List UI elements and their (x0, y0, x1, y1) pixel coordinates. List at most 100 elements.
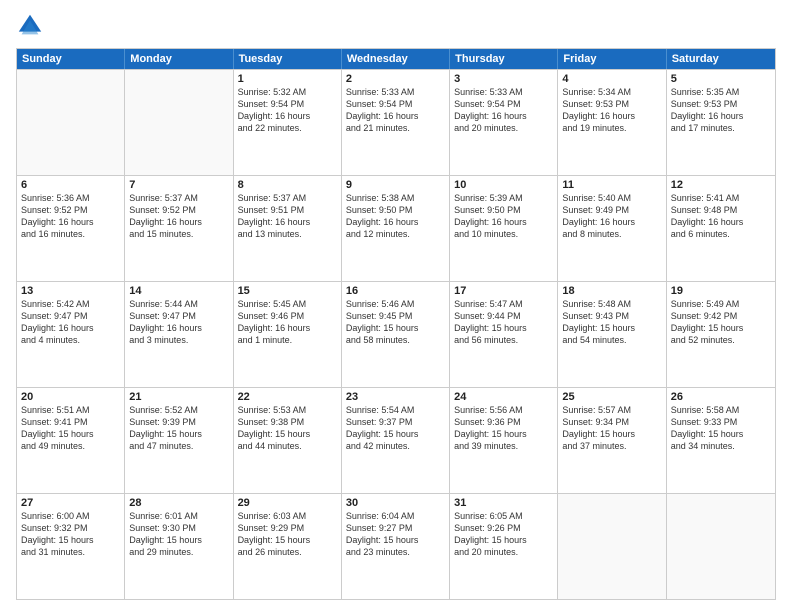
cell-info-line: Sunrise: 5:41 AM (671, 192, 771, 204)
calendar-cell: 31Sunrise: 6:05 AMSunset: 9:26 PMDayligh… (450, 494, 558, 599)
day-number: 4 (562, 73, 661, 85)
cell-info-line: and 1 minute. (238, 334, 337, 346)
cell-info-line: Daylight: 15 hours (562, 322, 661, 334)
cell-info-line: Sunrise: 6:04 AM (346, 510, 445, 522)
day-number: 5 (671, 73, 771, 85)
day-number: 2 (346, 73, 445, 85)
cell-info-line: Daylight: 15 hours (238, 534, 337, 546)
cell-info-line: and 58 minutes. (346, 334, 445, 346)
cell-info-line: and 54 minutes. (562, 334, 661, 346)
cell-info-line: Daylight: 16 hours (21, 216, 120, 228)
calendar-week-5: 27Sunrise: 6:00 AMSunset: 9:32 PMDayligh… (17, 493, 775, 599)
cell-info-line: Sunset: 9:49 PM (562, 204, 661, 216)
cell-info-line: Sunrise: 5:37 AM (129, 192, 228, 204)
cell-info-line: Sunset: 9:48 PM (671, 204, 771, 216)
calendar-cell (558, 494, 666, 599)
cell-info-line: Daylight: 16 hours (129, 216, 228, 228)
header-day-saturday: Saturday (667, 49, 775, 69)
cell-info-line: Sunset: 9:34 PM (562, 416, 661, 428)
cell-info-line: Sunset: 9:54 PM (346, 98, 445, 110)
cell-info-line: Sunrise: 5:52 AM (129, 404, 228, 416)
calendar-cell: 19Sunrise: 5:49 AMSunset: 9:42 PMDayligh… (667, 282, 775, 387)
cell-info-line: Sunset: 9:26 PM (454, 522, 553, 534)
cell-info-line: Sunset: 9:38 PM (238, 416, 337, 428)
calendar-cell: 28Sunrise: 6:01 AMSunset: 9:30 PMDayligh… (125, 494, 233, 599)
calendar-cell: 9Sunrise: 5:38 AMSunset: 9:50 PMDaylight… (342, 176, 450, 281)
calendar-cell: 30Sunrise: 6:04 AMSunset: 9:27 PMDayligh… (342, 494, 450, 599)
calendar-week-1: 1Sunrise: 5:32 AMSunset: 9:54 PMDaylight… (17, 69, 775, 175)
cell-info-line: and 20 minutes. (454, 122, 553, 134)
cell-info-line: Sunrise: 5:47 AM (454, 298, 553, 310)
calendar-week-4: 20Sunrise: 5:51 AMSunset: 9:41 PMDayligh… (17, 387, 775, 493)
header (16, 12, 776, 40)
cell-info-line: Sunrise: 6:00 AM (21, 510, 120, 522)
cell-info-line: Daylight: 16 hours (238, 110, 337, 122)
day-number: 26 (671, 391, 771, 403)
day-number: 27 (21, 497, 120, 509)
cell-info-line: and 37 minutes. (562, 440, 661, 452)
cell-info-line: and 52 minutes. (671, 334, 771, 346)
header-day-sunday: Sunday (17, 49, 125, 69)
cell-info-line: Daylight: 15 hours (21, 534, 120, 546)
day-number: 25 (562, 391, 661, 403)
cell-info-line: Daylight: 16 hours (346, 110, 445, 122)
day-number: 19 (671, 285, 771, 297)
day-number: 24 (454, 391, 553, 403)
calendar-cell: 29Sunrise: 6:03 AMSunset: 9:29 PMDayligh… (234, 494, 342, 599)
day-number: 22 (238, 391, 337, 403)
cell-info-line: Sunrise: 5:51 AM (21, 404, 120, 416)
cell-info-line: Daylight: 15 hours (454, 322, 553, 334)
cell-info-line: Sunset: 9:51 PM (238, 204, 337, 216)
calendar-cell: 27Sunrise: 6:00 AMSunset: 9:32 PMDayligh… (17, 494, 125, 599)
day-number: 31 (454, 497, 553, 509)
cell-info-line: Sunrise: 5:36 AM (21, 192, 120, 204)
cell-info-line: Sunrise: 5:39 AM (454, 192, 553, 204)
day-number: 15 (238, 285, 337, 297)
cell-info-line: Daylight: 16 hours (129, 322, 228, 334)
cell-info-line: Sunset: 9:36 PM (454, 416, 553, 428)
cell-info-line: Daylight: 15 hours (346, 428, 445, 440)
day-number: 1 (238, 73, 337, 85)
cell-info-line: Sunset: 9:43 PM (562, 310, 661, 322)
cell-info-line: Sunset: 9:54 PM (238, 98, 337, 110)
day-number: 30 (346, 497, 445, 509)
header-day-wednesday: Wednesday (342, 49, 450, 69)
calendar-cell: 13Sunrise: 5:42 AMSunset: 9:47 PMDayligh… (17, 282, 125, 387)
cell-info-line: and 29 minutes. (129, 546, 228, 558)
cell-info-line: Sunrise: 5:46 AM (346, 298, 445, 310)
cell-info-line: Sunset: 9:30 PM (129, 522, 228, 534)
cell-info-line: and 6 minutes. (671, 228, 771, 240)
cell-info-line: Sunrise: 5:35 AM (671, 86, 771, 98)
cell-info-line: Sunset: 9:50 PM (454, 204, 553, 216)
cell-info-line: Sunrise: 5:56 AM (454, 404, 553, 416)
cell-info-line: and 56 minutes. (454, 334, 553, 346)
calendar-cell (667, 494, 775, 599)
cell-info-line: Sunset: 9:32 PM (21, 522, 120, 534)
calendar-body: 1Sunrise: 5:32 AMSunset: 9:54 PMDaylight… (17, 69, 775, 599)
cell-info-line: Sunrise: 5:58 AM (671, 404, 771, 416)
cell-info-line: Sunrise: 5:42 AM (21, 298, 120, 310)
cell-info-line: Sunrise: 6:03 AM (238, 510, 337, 522)
calendar-cell: 11Sunrise: 5:40 AMSunset: 9:49 PMDayligh… (558, 176, 666, 281)
calendar-cell: 18Sunrise: 5:48 AMSunset: 9:43 PMDayligh… (558, 282, 666, 387)
calendar-cell: 24Sunrise: 5:56 AMSunset: 9:36 PMDayligh… (450, 388, 558, 493)
cell-info-line: and 20 minutes. (454, 546, 553, 558)
header-day-friday: Friday (558, 49, 666, 69)
cell-info-line: Sunrise: 5:57 AM (562, 404, 661, 416)
day-number: 8 (238, 179, 337, 191)
cell-info-line: Sunset: 9:47 PM (21, 310, 120, 322)
cell-info-line: Sunset: 9:46 PM (238, 310, 337, 322)
calendar-cell: 20Sunrise: 5:51 AMSunset: 9:41 PMDayligh… (17, 388, 125, 493)
cell-info-line: Sunrise: 5:33 AM (346, 86, 445, 98)
cell-info-line: Daylight: 16 hours (671, 216, 771, 228)
cell-info-line: Daylight: 16 hours (238, 322, 337, 334)
calendar-cell: 5Sunrise: 5:35 AMSunset: 9:53 PMDaylight… (667, 70, 775, 175)
calendar-cell: 2Sunrise: 5:33 AMSunset: 9:54 PMDaylight… (342, 70, 450, 175)
cell-info-line: and 4 minutes. (21, 334, 120, 346)
cell-info-line: Sunset: 9:52 PM (21, 204, 120, 216)
cell-info-line: Sunrise: 6:01 AM (129, 510, 228, 522)
calendar: SundayMondayTuesdayWednesdayThursdayFrid… (16, 48, 776, 600)
cell-info-line: and 34 minutes. (671, 440, 771, 452)
calendar-cell: 26Sunrise: 5:58 AMSunset: 9:33 PMDayligh… (667, 388, 775, 493)
cell-info-line: and 12 minutes. (346, 228, 445, 240)
